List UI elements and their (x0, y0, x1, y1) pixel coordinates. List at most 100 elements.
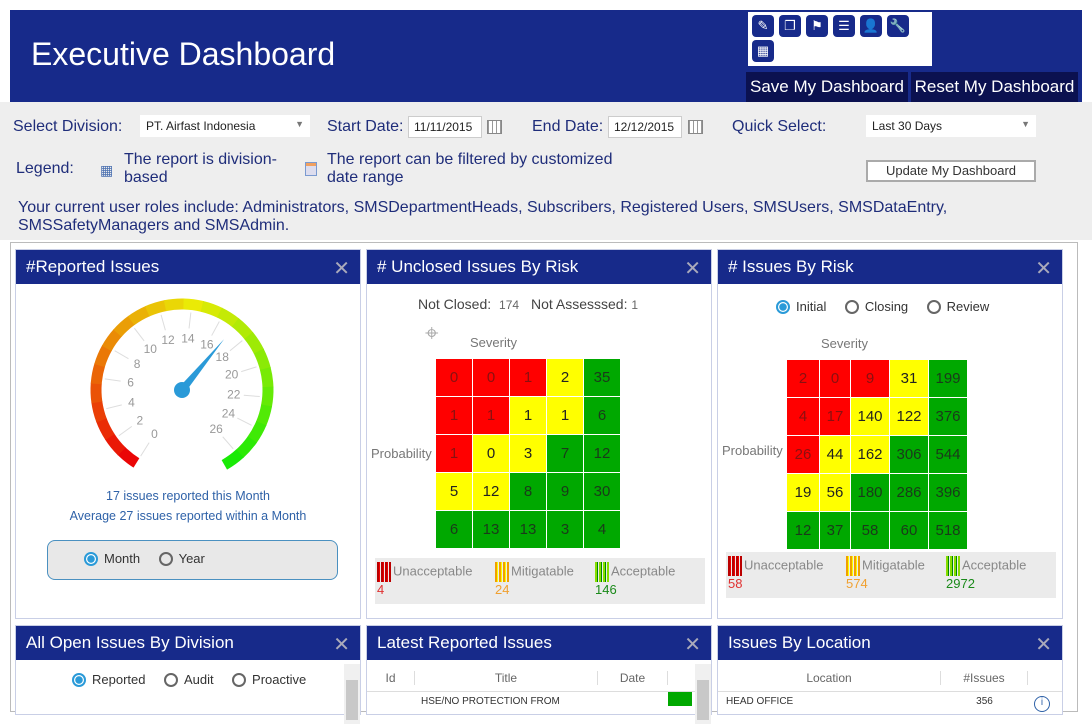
risk-cell[interactable]: 1 (473, 397, 509, 434)
calendar-grid-icon[interactable]: ▦ (752, 40, 774, 62)
gauge-arc-segment (244, 332, 264, 355)
risk-cell[interactable]: 376 (929, 398, 967, 435)
start-date-input[interactable]: 11/11/2015 (408, 116, 482, 138)
reset-dashboard-button[interactable]: Reset My Dashboard (911, 72, 1078, 102)
user-icon[interactable]: 👤 (860, 15, 882, 37)
risk-cell[interactable]: 0 (473, 435, 509, 472)
panel-header: # Issues By Risk ✕ (718, 250, 1062, 284)
close-icon[interactable]: ✕ (1035, 256, 1052, 281)
risk-cell[interactable]: 3 (510, 435, 546, 472)
risk-cell[interactable]: 1 (547, 397, 583, 434)
risk-cell[interactable]: 518 (929, 512, 967, 549)
edit-icon[interactable]: ✎ (752, 15, 774, 37)
quick-select[interactable]: Last 30 Days ▼ (866, 115, 1036, 137)
risk-cell[interactable]: 13 (510, 511, 546, 548)
risk-cell[interactable]: 1 (510, 397, 546, 434)
close-icon[interactable]: ✕ (684, 256, 701, 281)
risk-cell[interactable]: 8 (510, 473, 546, 510)
risk-cell[interactable]: 0 (436, 359, 472, 396)
end-date-input[interactable]: 12/12/2015 (608, 116, 682, 138)
panel-header: All Open Issues By Division ✕ (16, 626, 360, 660)
risk-cell[interactable]: 12 (473, 473, 509, 510)
risk-cell[interactable]: 13 (473, 511, 509, 548)
risk-cell[interactable]: 3 (547, 511, 583, 548)
gauge-tick-label: 18 (216, 350, 230, 364)
radio-reported[interactable]: Reported (72, 672, 145, 687)
table-row[interactable]: HSE/NO PROTECTION FROM (367, 692, 697, 707)
risk-cell[interactable]: 30 (584, 473, 620, 510)
risk-cell[interactable]: 9 (851, 360, 889, 397)
gauge-arc-segment (145, 300, 167, 317)
legend-label: Legend: (16, 160, 74, 177)
risk-cell[interactable]: 2 (787, 360, 819, 397)
copy-icon[interactable]: ❐ (779, 15, 801, 37)
risk-cell[interactable]: 44 (820, 436, 850, 473)
risk-cell[interactable]: 199 (929, 360, 967, 397)
risk-cell[interactable]: 162 (851, 436, 889, 473)
close-icon[interactable]: ✕ (1035, 632, 1052, 657)
chevron-down-icon: ▼ (1021, 119, 1030, 129)
risk-cell[interactable]: 306 (890, 436, 928, 473)
risk-cell[interactable]: 56 (820, 474, 850, 511)
legend-value: 24 (495, 582, 510, 597)
risk-cell[interactable]: 12 (787, 512, 819, 549)
risk-cell[interactable]: 58 (851, 512, 889, 549)
risk-cell[interactable]: 17 (820, 398, 850, 435)
risk-cell[interactable]: 1 (510, 359, 546, 396)
risk-cell[interactable]: 122 (890, 398, 928, 435)
risk-cell[interactable]: 31 (890, 360, 928, 397)
radio-closing[interactable]: Closing (844, 299, 908, 314)
risk-cell[interactable]: 26 (787, 436, 819, 473)
wrench-icon[interactable]: 🔧 (887, 15, 909, 37)
risk-cell[interactable]: 37 (820, 512, 850, 549)
risk-cell[interactable]: 7 (547, 435, 583, 472)
radio-audit[interactable]: Audit (163, 672, 214, 687)
scrollbar[interactable] (344, 664, 360, 724)
risk-cell[interactable]: 0 (820, 360, 850, 397)
risk-cell[interactable]: 6 (584, 397, 620, 434)
risk-cell[interactable]: 1 (436, 397, 472, 434)
risk-cell[interactable]: 0 (473, 359, 509, 396)
close-icon[interactable]: ✕ (333, 632, 350, 657)
calendar-icon[interactable] (487, 120, 502, 134)
risk-cell[interactable]: 35 (584, 359, 620, 396)
flag-icon[interactable]: ⚑ (806, 15, 828, 37)
scrollbar[interactable] (695, 664, 711, 724)
risk-cell[interactable]: 2 (547, 359, 583, 396)
risk-cell[interactable]: 12 (584, 435, 620, 472)
risk-cell[interactable]: 4 (584, 511, 620, 548)
radio-year[interactable]: Year (158, 551, 205, 566)
risk-cell[interactable]: 9 (547, 473, 583, 510)
risk-cell[interactable]: 286 (890, 474, 928, 511)
issue-count: 356 (976, 696, 993, 707)
risk-matrix: 2 0 9 31 199 4 17 140 122 376 26 44 162 306 544 19 56 180… (787, 360, 967, 549)
close-icon[interactable]: ✕ (333, 256, 350, 281)
risk-cell[interactable]: 180 (851, 474, 889, 511)
radio-initial[interactable]: Initial (776, 299, 826, 314)
info-icon[interactable]: i (1034, 696, 1050, 712)
division-select[interactable]: PT. Airfast Indonesia ▼ (140, 115, 310, 137)
radio-proactive[interactable]: Proactive (232, 672, 306, 687)
risk-cell[interactable]: 60 (890, 512, 928, 549)
risk-cell[interactable]: 544 (929, 436, 967, 473)
close-icon[interactable]: ✕ (684, 632, 701, 657)
risk-cell[interactable]: 140 (851, 398, 889, 435)
risk-cell[interactable]: 1 (436, 435, 472, 472)
risk-cell[interactable]: 396 (929, 474, 967, 511)
risk-cell[interactable]: 5 (436, 473, 472, 510)
legend-value: 4 (377, 582, 385, 597)
calendar-icon[interactable] (688, 120, 703, 134)
gauge-arc-segment (259, 367, 274, 388)
table-row[interactable]: HEAD OFFICE 356 i (718, 692, 1062, 712)
save-dashboard-button[interactable]: Save My Dashboard (746, 72, 908, 102)
document-icon[interactable]: ☰ (833, 15, 855, 37)
division-label: Select Division: (13, 118, 123, 135)
radio-indicator (163, 672, 178, 687)
radio-review[interactable]: Review (926, 299, 989, 314)
risk-cell[interactable]: 4 (787, 398, 819, 435)
risk-cell[interactable]: 6 (436, 511, 472, 548)
update-dashboard-button[interactable]: Update My Dashboard (866, 160, 1036, 182)
risk-cell[interactable]: 19 (787, 474, 819, 511)
move-icon[interactable]: ⌖ (425, 320, 439, 348)
radio-month[interactable]: Month (84, 551, 140, 566)
